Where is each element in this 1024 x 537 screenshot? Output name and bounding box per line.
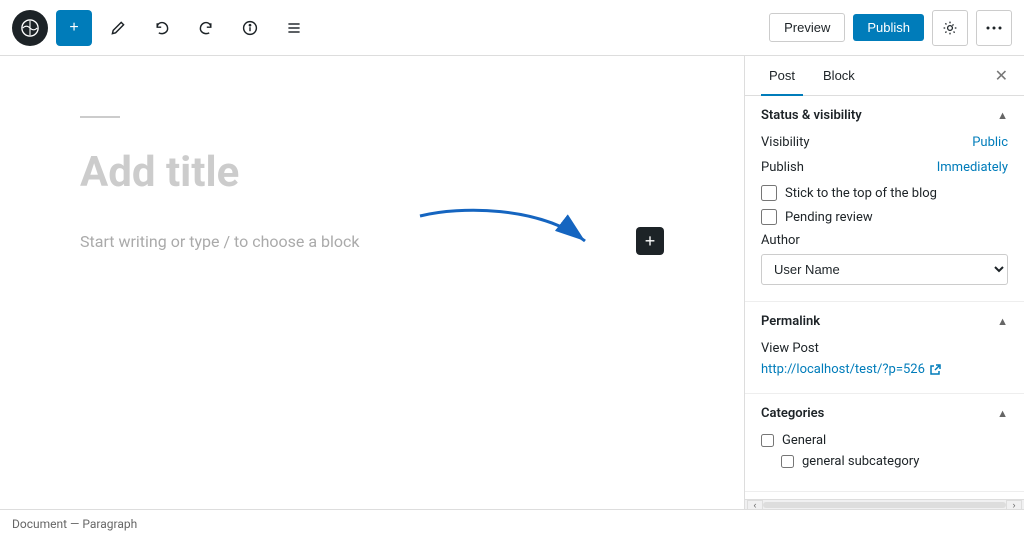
pen-tool-button[interactable] — [100, 10, 136, 46]
wp-logo — [12, 10, 48, 46]
pending-review-checkbox[interactable] — [761, 209, 777, 225]
info-button[interactable] — [232, 10, 268, 46]
add-block-inline-button[interactable]: + — [636, 227, 664, 255]
visibility-row: Visibility Public — [761, 135, 1008, 150]
section-status-visibility: Status & visibility ▲ Visibility Public … — [745, 96, 1024, 302]
list-view-button[interactable] — [276, 10, 312, 46]
redo-icon — [198, 20, 214, 36]
section-status-body: Visibility Public Publish Immediately St… — [745, 135, 1024, 301]
tab-post[interactable]: Post — [761, 56, 803, 95]
subcategory-general-checkbox[interactable] — [781, 455, 794, 468]
sidebar-tabs: Post Block ✕ — [745, 56, 1024, 96]
toolbar: + — [0, 0, 1024, 56]
toolbar-right: Preview Publish — [769, 10, 1012, 46]
author-select[interactable]: User Name — [761, 254, 1008, 285]
more-options-button[interactable] — [976, 10, 1012, 46]
author-label: Author — [761, 233, 1008, 248]
editor-body: Start writing or type / to choose a bloc… — [80, 227, 664, 255]
gear-icon — [942, 20, 958, 36]
permalink-link[interactable]: http://localhost/test/?p=526 — [761, 362, 1008, 377]
info-icon — [242, 20, 258, 36]
subcategory-general-label[interactable]: general subcategory — [802, 454, 919, 469]
section-categories-body: General general subcategory — [745, 433, 1024, 491]
section-status-header[interactable]: Status & visibility ▲ — [745, 96, 1024, 135]
stick-to-top-label[interactable]: Stick to the top of the blog — [785, 186, 937, 201]
section-categories: Categories ▲ General general subcategory — [745, 394, 1024, 492]
status-bar: Document — Paragraph — [0, 509, 1024, 537]
toolbar-left: + — [12, 10, 312, 46]
scroll-left-button[interactable]: ‹ — [747, 500, 763, 510]
sidebar-close-button[interactable]: ✕ — [995, 56, 1008, 95]
pen-icon — [110, 20, 126, 36]
publish-button[interactable]: Publish — [853, 14, 924, 41]
chevron-up-permalink-icon: ▲ — [997, 315, 1008, 328]
section-status-title: Status & visibility — [761, 108, 862, 123]
sidebar: Post Block ✕ Status & visibility ▲ Visib… — [744, 56, 1024, 509]
main-area: Add title Start writing or type / to cho… — [0, 56, 1024, 509]
list-icon — [286, 20, 302, 36]
view-post-label: View Post — [761, 341, 1008, 356]
redo-button[interactable] — [188, 10, 224, 46]
pending-review-label[interactable]: Pending review — [785, 210, 873, 225]
sidebar-scrollbar: ‹ › — [745, 499, 1024, 509]
settings-button[interactable] — [932, 10, 968, 46]
category-general-checkbox[interactable] — [761, 434, 774, 447]
external-link-icon — [929, 364, 941, 376]
editor-placeholder[interactable]: Start writing or type / to choose a bloc… — [80, 232, 624, 251]
status-text: Document — Paragraph — [12, 517, 137, 531]
plus-icon-inline: + — [645, 231, 656, 252]
scrollbar-track — [763, 502, 1006, 508]
chevron-up-icon: ▲ — [997, 109, 1008, 122]
preview-button[interactable]: Preview — [769, 13, 845, 42]
undo-icon — [154, 20, 170, 36]
plus-icon: + — [69, 19, 78, 37]
section-permalink-title: Permalink — [761, 314, 820, 329]
editor-area[interactable]: Add title Start writing or type / to cho… — [0, 56, 744, 509]
sidebar-content: Status & visibility ▲ Visibility Public … — [745, 96, 1024, 499]
editor-divider — [80, 116, 120, 118]
category-general-label[interactable]: General — [782, 433, 826, 448]
author-field: Author User Name — [761, 233, 1008, 285]
section-permalink-body: View Post http://localhost/test/?p=526 — [745, 341, 1024, 393]
publish-row: Publish Immediately — [761, 160, 1008, 175]
ellipsis-icon — [986, 26, 1002, 30]
stick-to-top-checkbox[interactable] — [761, 185, 777, 201]
category-general-row: General — [761, 433, 1008, 448]
stick-to-top-row: Stick to the top of the blog — [761, 185, 1008, 201]
section-categories-title: Categories — [761, 406, 824, 421]
permalink-url: http://localhost/test/?p=526 — [761, 362, 925, 377]
post-title[interactable]: Add title — [80, 148, 664, 197]
section-categories-header[interactable]: Categories ▲ — [745, 394, 1024, 433]
undo-button[interactable] — [144, 10, 180, 46]
publish-label: Publish — [761, 160, 804, 175]
pending-review-row: Pending review — [761, 209, 1008, 225]
section-permalink: Permalink ▲ View Post http://localhost/t… — [745, 302, 1024, 394]
subcategory-general-row: general subcategory — [761, 454, 1008, 469]
tab-block[interactable]: Block — [815, 56, 863, 95]
publish-value[interactable]: Immediately — [937, 160, 1008, 175]
section-permalink-header[interactable]: Permalink ▲ — [745, 302, 1024, 341]
add-block-toolbar-button[interactable]: + — [56, 10, 92, 46]
chevron-up-categories-icon: ▲ — [997, 407, 1008, 420]
scroll-right-button[interactable]: › — [1006, 500, 1022, 510]
visibility-label: Visibility — [761, 135, 810, 150]
visibility-value[interactable]: Public — [972, 135, 1008, 150]
